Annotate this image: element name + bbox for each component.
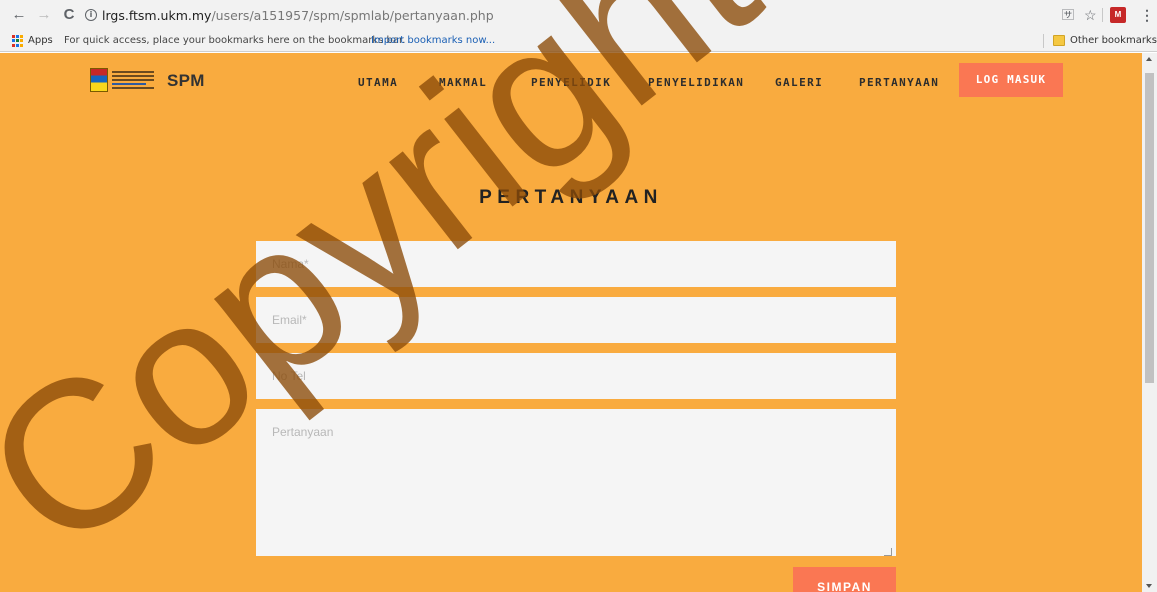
browser-toolbar: ← → C i lrgs.ftsm.ukm.my/users/a151957/s…	[0, 0, 1157, 30]
nav-item-galeri[interactable]: GALERI	[775, 76, 823, 89]
nav-item-makmal[interactable]: MAKMAL	[439, 76, 487, 89]
apps-link[interactable]: Apps	[28, 35, 53, 46]
crest-icon	[90, 68, 108, 92]
scroll-thumb[interactable]	[1145, 73, 1154, 383]
phone-input[interactable]	[256, 353, 896, 399]
bookmarks-bar: Apps For quick access, place your bookma…	[0, 30, 1157, 52]
resize-grip-icon[interactable]	[884, 548, 892, 556]
back-icon[interactable]: ←	[10, 6, 28, 24]
bookmarks-hint: For quick access, place your bookmarks h…	[64, 35, 406, 46]
university-logo[interactable]	[90, 67, 156, 93]
nav-item-utama[interactable]: UTAMA	[358, 76, 398, 89]
nav-item-penyelidikan[interactable]: PENYELIDIKAN	[648, 76, 744, 89]
page-viewport: SPM UTAMA MAKMAL PENYELIDIK PENYELIDIKAN…	[0, 53, 1157, 592]
question-textarea[interactable]	[256, 409, 896, 556]
forward-icon[interactable]: →	[35, 6, 53, 24]
page-scrollbar[interactable]	[1142, 53, 1157, 592]
nav-item-pertanyaan[interactable]: PERTANYAAN	[859, 76, 939, 89]
email-input[interactable]	[256, 297, 896, 343]
scroll-up-icon[interactable]	[1146, 57, 1152, 61]
toolbar-divider	[1102, 8, 1103, 22]
site-brand[interactable]: SPM	[167, 71, 205, 91]
bookmarks-divider	[1043, 34, 1044, 48]
info-icon[interactable]: i	[85, 9, 97, 21]
url-host: lrgs.ftsm.ukm.my	[102, 7, 212, 23]
reload-icon[interactable]: C	[60, 6, 78, 24]
import-bookmarks-link[interactable]: Import bookmarks now...	[371, 35, 495, 46]
address-bar[interactable]: i lrgs.ftsm.ukm.my/users/a151957/spm/spm…	[85, 6, 494, 24]
star-icon[interactable]: ☆	[1084, 6, 1097, 24]
folder-icon	[1053, 35, 1065, 46]
scroll-down-icon[interactable]	[1146, 584, 1152, 588]
apps-grid-icon[interactable]	[12, 35, 24, 47]
submit-button[interactable]: SIMPAN	[793, 567, 896, 592]
menu-icon[interactable]: ⋮	[1140, 6, 1154, 24]
login-button[interactable]: LOG MASUK	[959, 63, 1063, 97]
extension-icon[interactable]: M	[1110, 7, 1126, 23]
nav-item-penyelidik[interactable]: PENYELIDIK	[531, 76, 611, 89]
other-bookmarks-link[interactable]: Other bookmarks	[1070, 35, 1157, 46]
page-title: PERTANYAAN	[479, 187, 663, 208]
logo-wordmark	[112, 71, 154, 89]
translate-icon[interactable]: 🈂	[1062, 6, 1074, 24]
url-path: /users/a151957/spm/spmlab/pertanyaan.php	[211, 7, 494, 23]
name-input[interactable]	[256, 241, 896, 287]
